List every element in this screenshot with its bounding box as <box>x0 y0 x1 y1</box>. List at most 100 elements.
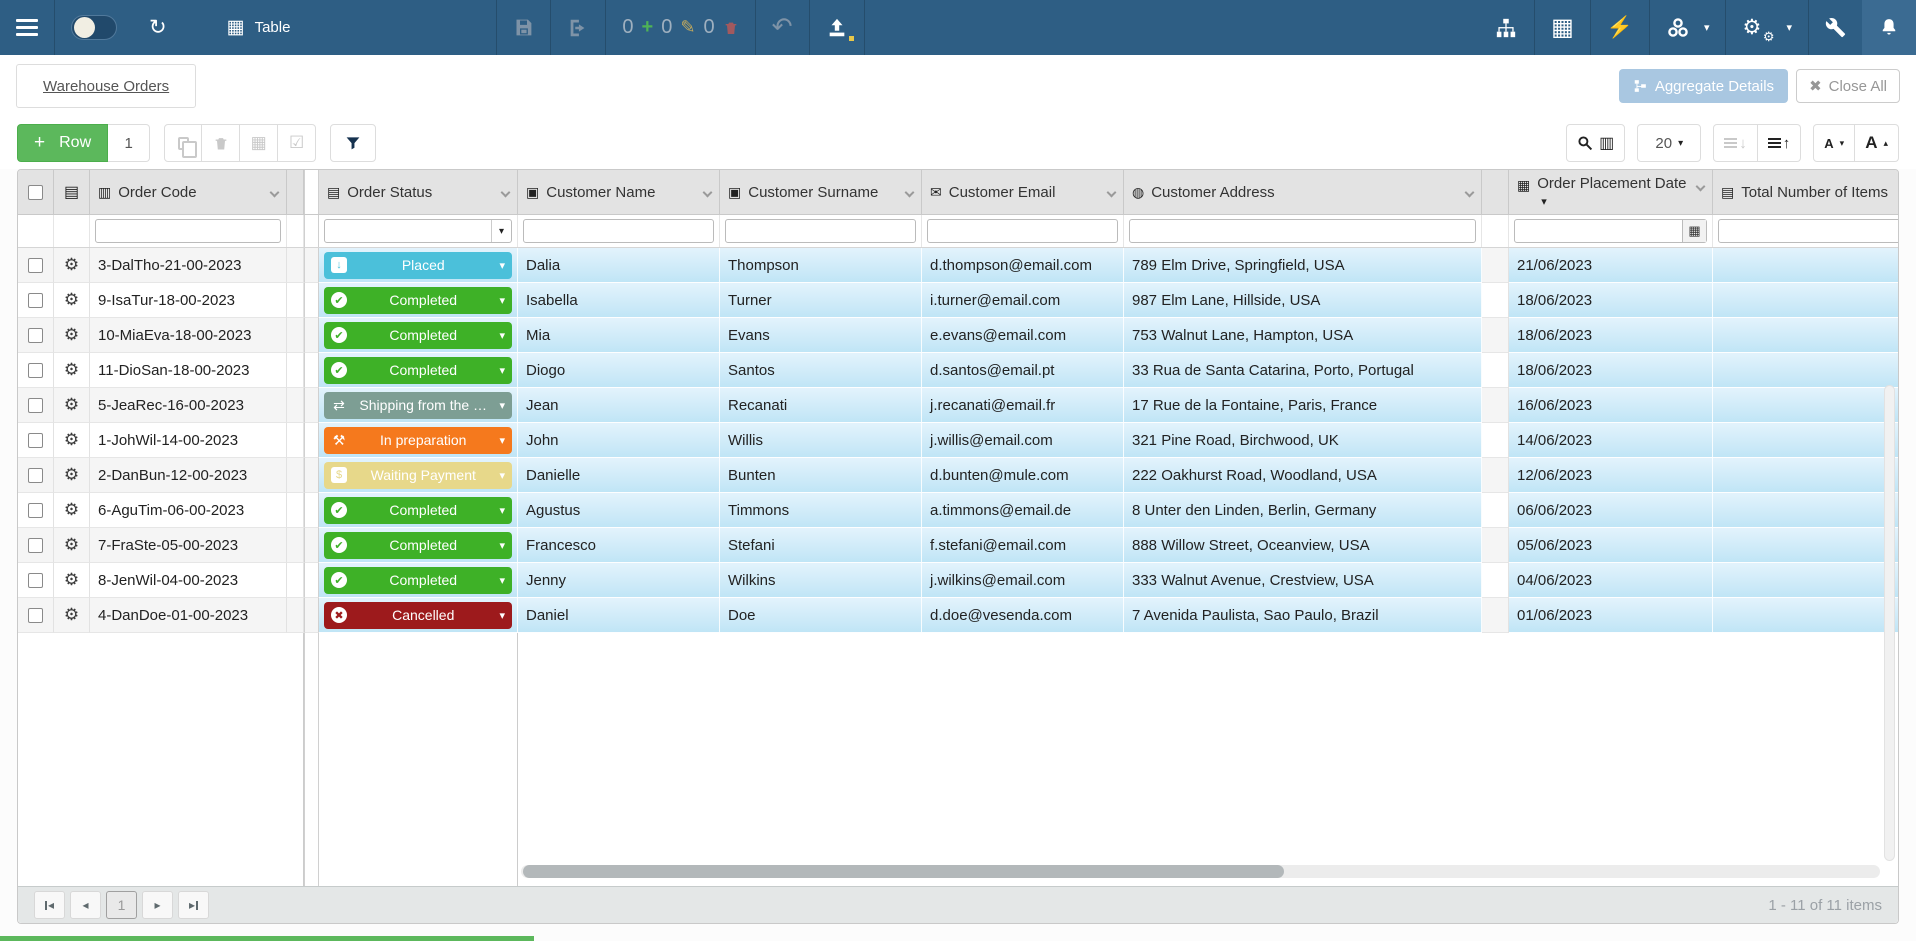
caret-down-icon[interactable]: ▾ <box>499 539 505 552</box>
current-page-button[interactable]: 1 <box>106 891 137 919</box>
row-select-cell[interactable] <box>18 598 54 633</box>
filter-customer-address-input[interactable] <box>1129 219 1476 243</box>
aggregate-details-button[interactable]: Aggregate Details <box>1619 69 1788 103</box>
row-checkbox[interactable] <box>28 468 43 483</box>
customer-name-cell[interactable]: Mia <box>518 318 720 353</box>
row-checkbox[interactable] <box>28 538 43 553</box>
header-order-status[interactable]: ▤ Order Status <box>319 170 518 214</box>
customer-address-cell[interactable]: 789 Elm Drive, Springfield, USA <box>1124 248 1482 283</box>
row-checkbox[interactable] <box>28 608 43 623</box>
filter-total-items-input[interactable] <box>1718 219 1899 243</box>
font-increase-button[interactable]: A▴ <box>1855 124 1899 162</box>
customer-address-cell[interactable]: 222 Oakhurst Road, Woodland, USA <box>1124 458 1482 493</box>
customer-surname-cell[interactable]: Timmons <box>720 493 922 528</box>
last-page-button[interactable]: ▸ <box>178 891 209 919</box>
filter-order-code-input[interactable] <box>95 219 281 243</box>
order-status-cell[interactable]: ✖ Cancelled ▾ <box>319 598 518 633</box>
database-menu[interactable]: ▾ <box>1650 0 1726 55</box>
order-status-cell[interactable]: ⚒ In preparation ▾ <box>319 423 518 458</box>
undo-button[interactable]: ↶ <box>756 0 809 55</box>
add-row-button[interactable]: +Row <box>17 124 108 162</box>
row-actions-cell[interactable]: ⚙ <box>54 528 90 563</box>
caret-down-icon[interactable]: ▾ <box>499 504 505 517</box>
customer-email-cell[interactable]: a.timmons@email.de <box>922 493 1124 528</box>
status-badge[interactable]: ✔ Completed ▾ <box>324 322 512 349</box>
total-items-cell[interactable] <box>1713 388 1899 423</box>
order-date-cell[interactable]: 16/06/2023 <box>1509 388 1713 423</box>
navbar-tab-table[interactable]: ▦ Table <box>211 0 307 55</box>
header-customer-address[interactable]: ◍ Customer Address <box>1124 170 1482 214</box>
chevron-down-icon[interactable] <box>1107 187 1117 197</box>
order-date-cell[interactable]: 01/06/2023 <box>1509 598 1713 633</box>
order-date-cell[interactable]: 04/06/2023 <box>1509 563 1713 598</box>
date-picker-icon[interactable]: ▦ <box>1682 220 1706 242</box>
total-items-cell[interactable] <box>1713 458 1899 493</box>
customer-surname-cell[interactable]: Santos <box>720 353 922 388</box>
status-badge[interactable]: ⇄ Shipping from the … ▾ <box>324 392 512 419</box>
header-customer-name[interactable]: ▣ Customer Name <box>518 170 720 214</box>
row-checkbox[interactable] <box>28 433 43 448</box>
caret-down-icon[interactable]: ▾ <box>499 434 505 447</box>
close-all-button[interactable]: ✖ Close All <box>1796 69 1900 103</box>
next-page-button[interactable]: ▸ <box>142 891 173 919</box>
status-badge[interactable]: ✔ Completed ▾ <box>324 532 512 559</box>
order-date-cell[interactable]: 14/06/2023 <box>1509 423 1713 458</box>
view-toggle[interactable] <box>55 0 133 55</box>
order-date-cell[interactable]: 06/06/2023 <box>1509 493 1713 528</box>
filter-customer-email-input[interactable] <box>927 219 1118 243</box>
delete-row-button[interactable] <box>202 124 240 162</box>
row-select-cell[interactable] <box>18 248 54 283</box>
horizontal-scrollbar-thumb[interactable] <box>523 865 1284 878</box>
order-status-cell[interactable]: ✔ Completed ▾ <box>319 318 518 353</box>
order-code-cell[interactable]: 10-MiaEva-18-00-2023 <box>90 318 287 353</box>
customer-name-cell[interactable]: Dalia <box>518 248 720 283</box>
row-actions-cell[interactable]: ⚙ <box>54 423 90 458</box>
row-count-button[interactable]: 1 <box>108 124 150 162</box>
schema-button[interactable] <box>1478 0 1534 55</box>
status-badge[interactable]: ⚒ In preparation ▾ <box>324 427 512 454</box>
status-badge[interactable]: $ Waiting Payment ▾ <box>324 462 512 489</box>
customer-surname-cell[interactable]: Stefani <box>720 528 922 563</box>
total-items-cell[interactable] <box>1713 248 1899 283</box>
row-select-cell[interactable] <box>18 353 54 388</box>
sort-ascending-button[interactable]: ↑ <box>1758 124 1802 162</box>
customer-address-cell[interactable]: 7 Avenida Paulista, Sao Paulo, Brazil <box>1124 598 1482 633</box>
customer-surname-cell[interactable]: Evans <box>720 318 922 353</box>
copy-row-button[interactable] <box>164 124 202 162</box>
order-status-cell[interactable]: ✔ Completed ▾ <box>319 283 518 318</box>
tab-warehouse-orders[interactable]: Warehouse Orders <box>16 64 196 108</box>
chevron-down-icon[interactable] <box>1696 182 1706 192</box>
row-actions-cell[interactable]: ⚙ <box>54 248 90 283</box>
status-badge[interactable]: ↓ Placed ▾ <box>324 252 512 279</box>
chevron-down-icon[interactable] <box>270 187 280 197</box>
order-status-cell[interactable]: ✔ Completed ▾ <box>319 353 518 388</box>
customer-email-cell[interactable]: i.turner@email.com <box>922 283 1124 318</box>
total-items-cell[interactable] <box>1713 598 1899 633</box>
customer-address-cell[interactable]: 33 Rua de Santa Catarina, Porto, Portuga… <box>1124 353 1482 388</box>
sort-descending-button[interactable]: ↓ <box>1713 124 1758 162</box>
order-date-cell[interactable]: 05/06/2023 <box>1509 528 1713 563</box>
caret-down-icon[interactable]: ▾ <box>499 294 505 307</box>
caret-down-icon[interactable]: ▾ <box>499 469 505 482</box>
customer-address-cell[interactable]: 17 Rue de la Fontaine, Paris, France <box>1124 388 1482 423</box>
filter-date-input[interactable]: ▦ <box>1514 219 1707 243</box>
customer-name-cell[interactable]: Jean <box>518 388 720 423</box>
customer-name-cell[interactable]: Jenny <box>518 563 720 598</box>
calculate-button[interactable]: ▦ <box>240 124 278 162</box>
admin-tools-button[interactable] <box>1809 0 1862 55</box>
row-actions-cell[interactable]: ⚙ <box>54 458 90 493</box>
customer-email-cell[interactable]: f.stefani@email.com <box>922 528 1124 563</box>
customer-email-cell[interactable]: d.thompson@email.com <box>922 248 1124 283</box>
font-decrease-button[interactable]: A▾ <box>1813 124 1855 162</box>
settings-menu[interactable]: ⚙⚙ ▾ <box>1726 0 1808 55</box>
row-actions-cell[interactable]: ⚙ <box>54 283 90 318</box>
order-code-cell[interactable]: 8-JenWil-04-00-2023 <box>90 563 287 598</box>
filter-customer-surname-input[interactable] <box>725 219 916 243</box>
previous-page-button[interactable]: ◂ <box>70 891 101 919</box>
header-total-items[interactable]: ▤ Total Number of Items <box>1713 170 1899 214</box>
customer-address-cell[interactable]: 888 Willow Street, Oceanview, USA <box>1124 528 1482 563</box>
row-actions-cell[interactable]: ⚙ <box>54 353 90 388</box>
row-actions-cell[interactable]: ⚙ <box>54 318 90 353</box>
row-actions-cell[interactable]: ⚙ <box>54 388 90 423</box>
chevron-down-icon[interactable] <box>703 187 713 197</box>
